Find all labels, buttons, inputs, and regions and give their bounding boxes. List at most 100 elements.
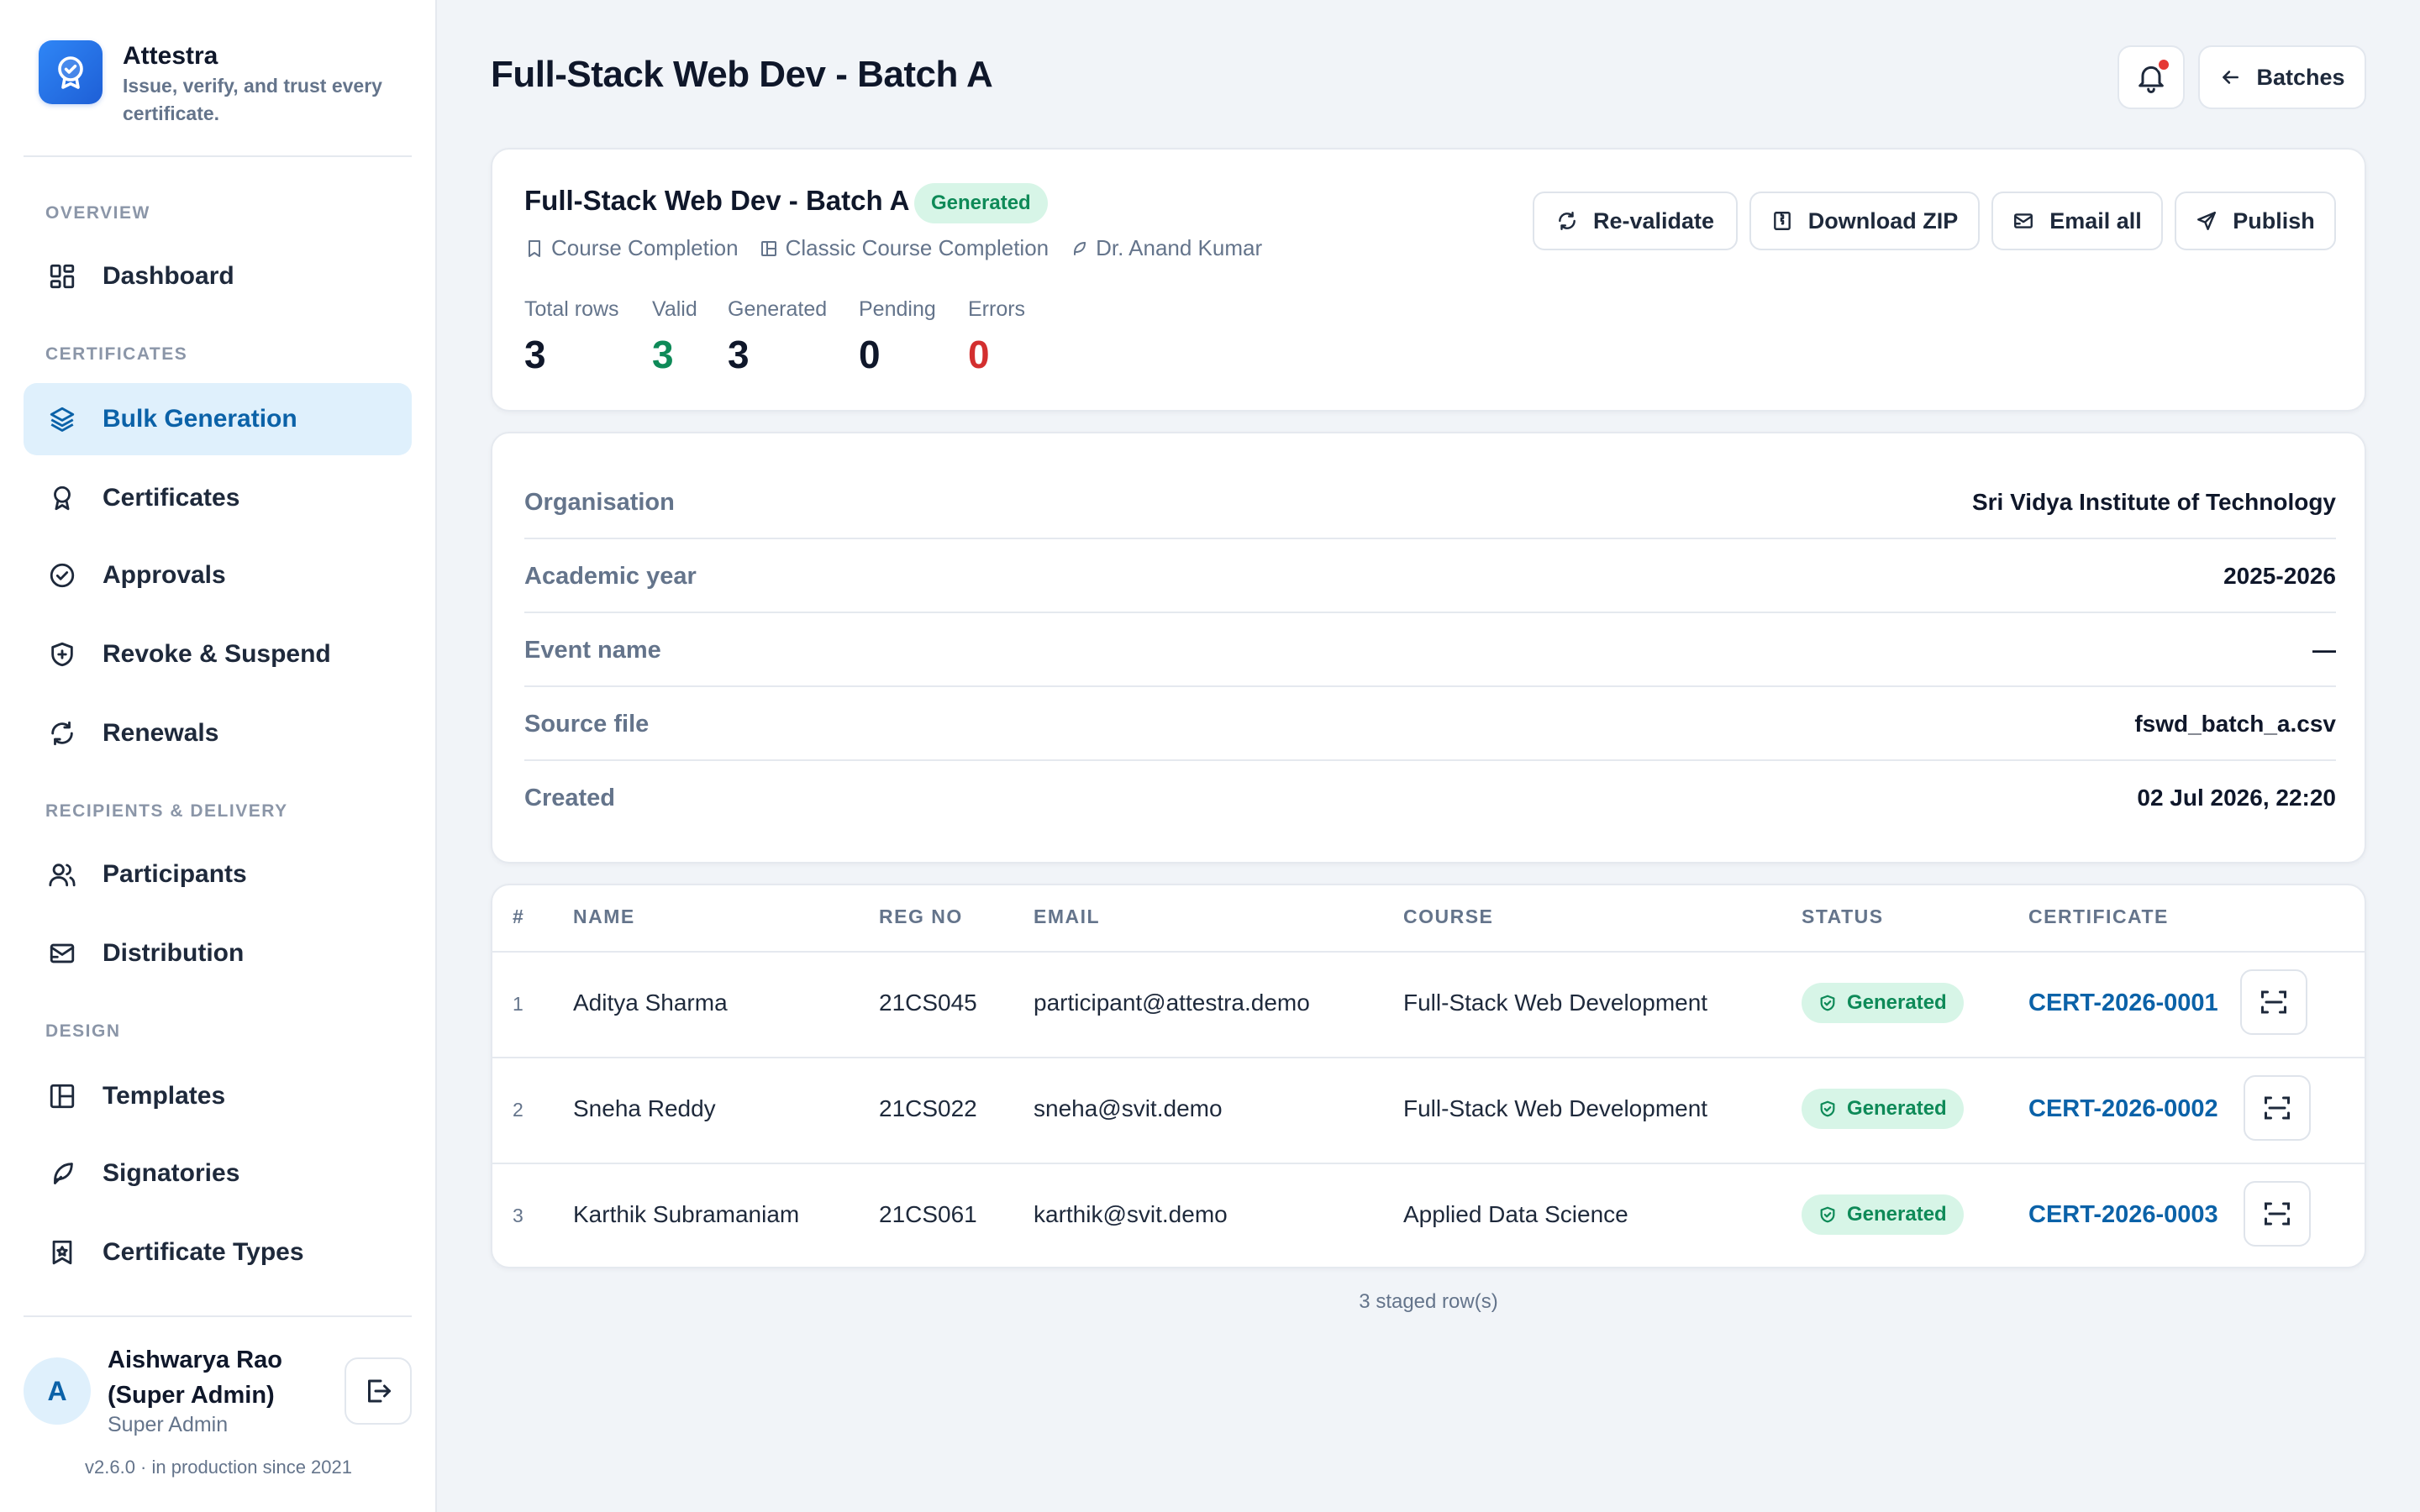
staged-rows-table: # NAME REG NO EMAIL COURSE STATUS CERTIF… (491, 884, 2366, 1268)
sidebar-item-distribution[interactable]: Distribution (24, 917, 412, 990)
stat-generated: Generated 3 (728, 297, 827, 377)
detail-label: Created (524, 784, 615, 811)
column-header: # (513, 906, 525, 927)
reg-no: 21CS045 (879, 990, 977, 1016)
detail-value: — (2312, 637, 2336, 663)
detail-row-organisation: Organisation Sri Vidya Institute of Tech… (524, 465, 2336, 539)
column-header: COURSE (1403, 906, 1494, 927)
status-badge: Generated (1802, 1089, 1964, 1129)
sidebar-item-label: Signatories (103, 1159, 240, 1187)
divider (492, 951, 2365, 953)
reg-no: 21CS022 (879, 1095, 977, 1121)
sidebar-item-renewals[interactable]: Renewals (24, 697, 412, 769)
batch-details-card: Organisation Sri Vidya Institute of Tech… (491, 432, 2366, 864)
batch-title: Full-Stack Web Dev - Batch A (524, 185, 910, 216)
bookmark-icon (529, 239, 540, 257)
check-circle-icon (45, 559, 79, 592)
row-number: 1 (513, 993, 523, 1015)
sidebar-item-revoke[interactable]: Revoke & Suspend (24, 618, 412, 690)
certificate-link[interactable]: CERT-2026-0001 (2028, 990, 2218, 1017)
sidebar-item-certificates[interactable]: Certificates (24, 462, 412, 534)
publish-button[interactable]: Publish (2175, 192, 2336, 250)
sidebar-item-signatories[interactable]: Signatories (24, 1137, 412, 1210)
meta-text: Classic Course Completion (785, 235, 1050, 260)
participant-name: Karthik Subramaniam (573, 1201, 800, 1227)
stat-label: Valid (652, 297, 697, 321)
sidebar-item-label: Templates (103, 1082, 226, 1110)
scan-icon (2265, 1096, 2290, 1120)
user-role: Super Admin (108, 1413, 229, 1436)
shield-check-icon (1820, 995, 1835, 1011)
page-title: Full-Stack Web Dev - Batch A (491, 54, 993, 95)
avatar[interactable]: A (24, 1357, 91, 1425)
brand-tagline: Issue, verify, and trust every certifica… (123, 75, 382, 124)
shield-check-icon (1820, 1100, 1835, 1117)
course: Applied Data Science (1403, 1201, 1628, 1227)
sidebar-item-label: Renewals (103, 719, 219, 747)
back-to-batches-button[interactable]: Batches (2198, 45, 2366, 109)
brand-name: Attestra (123, 42, 218, 70)
sidebar-item-label: Bulk Generation (103, 405, 297, 433)
sidebar-item-label: Revoke & Suspend (103, 640, 331, 668)
award-icon (45, 481, 79, 515)
sidebar-item-label: Certificate Types (103, 1238, 304, 1266)
email: participant@attestra.demo (1034, 990, 1310, 1016)
certificate-link[interactable]: CERT-2026-0003 (2028, 1201, 2218, 1229)
stat-label: Total rows (524, 297, 619, 321)
sidebar-item-participants[interactable]: Participants (24, 838, 412, 911)
stat-label: Errors (968, 297, 1026, 321)
detail-row-academic-year: Academic year 2025-2026 (524, 539, 2336, 613)
download-zip-button[interactable]: Download ZIP (1749, 192, 1980, 250)
button-label: Publish (2233, 207, 2315, 234)
divider (24, 1315, 412, 1317)
users-icon (45, 858, 79, 891)
stat-errors: Errors 0 (968, 297, 1025, 377)
button-label: Email all (2049, 207, 2142, 234)
logout-button[interactable] (345, 1357, 412, 1425)
status-badge: Generated (914, 183, 1048, 223)
participant-name: Aditya Sharma (573, 990, 728, 1016)
sidebar-item-label: Certificates (103, 484, 240, 512)
scan-button[interactable] (2240, 969, 2307, 1035)
stat-value: 3 (728, 333, 750, 376)
sidebar-item-dashboard[interactable]: Dashboard (24, 240, 412, 312)
scan-button[interactable] (2244, 1075, 2311, 1141)
email-all-button[interactable]: Email all (1991, 192, 2163, 250)
nav-section-certificates: CERTIFICATES (45, 344, 188, 364)
notifications-button[interactable] (2118, 45, 2185, 109)
button-label: Re-validate (1592, 207, 1715, 234)
user-name: Aishwarya Rao (Super Admin) (108, 1347, 282, 1409)
stat-label: Generated (728, 297, 828, 321)
column-header: NAME (573, 906, 635, 927)
sidebar-item-certificate-types[interactable]: Certificate Types (24, 1216, 412, 1289)
nav-section-design: DESIGN (45, 1021, 121, 1041)
layout-icon (760, 240, 776, 256)
detail-value: 02 Jul 2026, 22:20 (2137, 785, 2336, 811)
brand[interactable]: Attestra Issue, verify, and trust every … (39, 40, 408, 128)
participant-name: Sneha Reddy (573, 1095, 716, 1121)
certificate-link[interactable]: CERT-2026-0002 (2028, 1095, 2218, 1123)
email: karthik@svit.demo (1034, 1201, 1228, 1227)
archive-icon (1773, 212, 1791, 230)
detail-label: Academic year (524, 562, 697, 590)
sidebar-item-label: Distribution (103, 939, 245, 967)
row-number: 2 (513, 1099, 523, 1121)
nav-section-overview: OVERVIEW (45, 203, 150, 223)
meta-text: Course Completion (551, 235, 739, 260)
stat-value: 0 (968, 333, 990, 376)
send-icon (2197, 212, 2217, 230)
sidebar-item-bulk-generation[interactable]: Bulk Generation (24, 383, 412, 455)
scan-button[interactable] (2244, 1181, 2311, 1247)
sidebar: Attestra Issue, verify, and trust every … (0, 0, 437, 1512)
row-number: 3 (513, 1205, 523, 1226)
stat-value: 0 (859, 333, 881, 376)
feather-icon (45, 1157, 79, 1190)
bookmark-star-icon (45, 1236, 79, 1269)
detail-label: Source file (524, 710, 650, 738)
sidebar-item-templates[interactable]: Templates (24, 1060, 412, 1132)
sidebar-item-approvals[interactable]: Approvals (24, 539, 412, 612)
revalidate-button[interactable]: Re-validate (1533, 192, 1738, 250)
batch-summary-card: Full-Stack Web Dev - Batch A Generated C… (491, 148, 2366, 412)
meta-certificate-type: Course Completion (524, 235, 739, 261)
reg-no: 21CS061 (879, 1201, 977, 1227)
